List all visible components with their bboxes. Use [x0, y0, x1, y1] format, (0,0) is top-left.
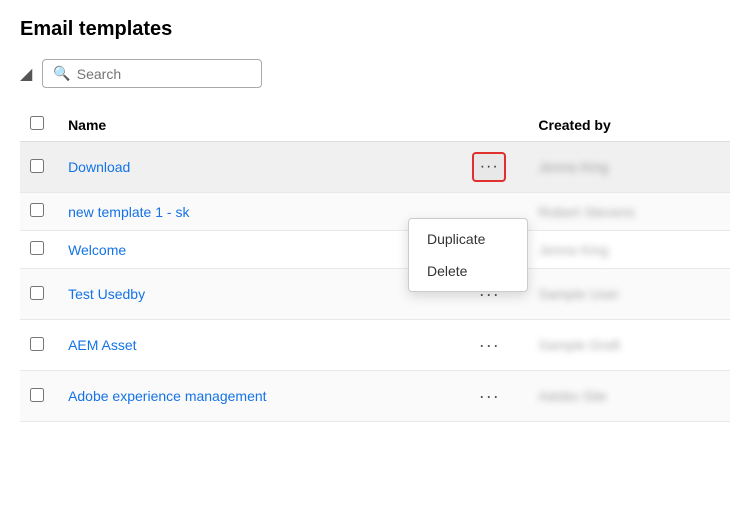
filter-icon[interactable]: ◢ [20, 64, 32, 84]
row-checkbox[interactable] [30, 203, 44, 217]
table-row: Download ··· Jenna King [20, 142, 730, 193]
created-by-value: Sample User [538, 286, 619, 302]
created-by-value: Jenna King [538, 242, 608, 258]
created-by-value: Sample Draft [538, 337, 620, 353]
row-checkbox[interactable] [30, 241, 44, 255]
delete-menu-item[interactable]: Delete [409, 255, 527, 287]
toolbar: ◢ 🔍 [20, 59, 730, 88]
table-row: new template 1 - sk Robert Stevens [20, 193, 730, 231]
page: Email templates ◢ 🔍 Name Created by Down… [0, 0, 750, 514]
templates-table: Name Created by Download ··· Jenna King new… [20, 108, 730, 422]
select-all-header [20, 108, 58, 142]
search-input[interactable] [77, 66, 252, 82]
search-box: 🔍 [42, 59, 262, 88]
row-checkbox[interactable] [30, 337, 44, 351]
name-header: Name [58, 108, 450, 142]
table-row: AEM Asset ··· Sample Draft [20, 320, 730, 371]
more-actions-button[interactable]: ··· [472, 152, 506, 182]
created-by-value: Jenna King [538, 159, 608, 175]
template-name-link[interactable]: new template 1 - sk [68, 204, 189, 220]
table-row: Test Usedby···Sample User [20, 269, 730, 320]
template-name-link[interactable]: Adobe experience management [68, 388, 266, 404]
duplicate-menu-item[interactable]: Duplicate [409, 223, 527, 255]
row-checkbox[interactable] [30, 286, 44, 300]
created-by-header: Created by [528, 108, 730, 142]
template-name-link[interactable]: AEM Asset [68, 337, 136, 353]
search-icon: 🔍 [53, 65, 70, 82]
template-name-link[interactable]: Test Usedby [68, 286, 145, 302]
created-by-value: Adobo Site [538, 388, 607, 404]
table-row: Welcome Jenna King [20, 231, 730, 269]
page-title: Email templates [20, 18, 730, 41]
template-name-link[interactable]: Download [68, 159, 130, 175]
actions-header [450, 108, 528, 142]
context-menu: Duplicate Delete [408, 218, 528, 292]
row-checkbox[interactable] [30, 159, 44, 173]
created-by-value: Robert Stevens [538, 204, 635, 220]
more-actions-button[interactable]: ··· [472, 330, 506, 360]
table-row: Adobe experience management ··· Adobo Site [20, 371, 730, 422]
template-name-link[interactable]: Welcome [68, 242, 126, 258]
more-actions-button[interactable]: ··· [472, 381, 506, 411]
row-checkbox[interactable] [30, 388, 44, 402]
select-all-checkbox[interactable] [30, 116, 44, 130]
